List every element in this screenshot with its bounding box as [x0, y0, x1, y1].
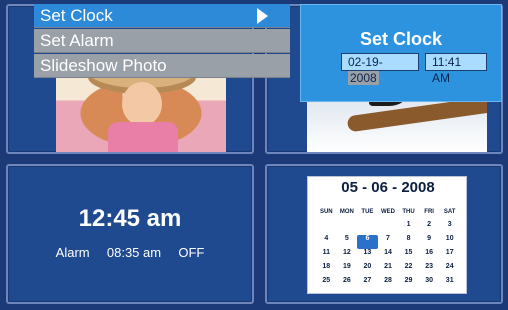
- face-shape: [122, 82, 162, 126]
- alarm-state: OFF: [178, 245, 205, 260]
- alarm-time: 08:35 am: [106, 245, 162, 260]
- calendar-day[interactable]: 30: [419, 277, 440, 291]
- calendar-date-title: 05 - 06 - 2008: [341, 179, 435, 196]
- calendar-day[interactable]: 12: [337, 249, 358, 263]
- calendar-day[interactable]: 16: [419, 249, 440, 263]
- calendar-day[interactable]: 29: [398, 277, 419, 291]
- calendar-day[interactable]: 20: [357, 263, 378, 277]
- date-field[interactable]: 02-19- 2008: [341, 53, 419, 85]
- calendar-day[interactable]: 22: [398, 263, 419, 277]
- weekday-label: FRI: [424, 209, 434, 215]
- menu-item-label: Set Alarm: [40, 31, 114, 50]
- calendar-day[interactable]: 4: [316, 235, 337, 249]
- time-field[interactable]: 11:41 AM: [425, 53, 487, 85]
- calendar-day[interactable]: 5: [337, 235, 358, 249]
- calendar-weekday-row: SUN MON TUE WED THU FRI SAT: [316, 209, 460, 215]
- calendar-day[interactable]: 11: [316, 249, 337, 263]
- calendar-day[interactable]: 17: [439, 249, 460, 263]
- alarm-status: Alarm 08:35 am OFF: [0, 245, 260, 260]
- calendar-day[interactable]: 9: [419, 235, 440, 249]
- weekday-label: WED: [380, 209, 395, 215]
- calendar-day[interactable]: 3: [439, 221, 460, 235]
- calendar-empty: [337, 221, 358, 235]
- dress-shape: [108, 122, 178, 152]
- calendar-day[interactable]: 26: [337, 277, 358, 291]
- current-time: 12:45 am: [78, 205, 182, 232]
- calendar-day[interactable]: 27: [357, 277, 378, 291]
- calendar-day[interactable]: 25: [316, 277, 337, 291]
- chevron-right-icon: [257, 8, 268, 24]
- calendar-empty: [316, 221, 337, 235]
- calendar-day[interactable]: 23: [419, 263, 440, 277]
- calendar-day[interactable]: 13: [357, 249, 378, 263]
- set-clock-dialog: Set Clock 02-19- 2008 11:41 AM: [300, 4, 502, 102]
- calendar-day[interactable]: 7: [378, 235, 399, 249]
- calendar-day[interactable]: 6: [357, 235, 378, 249]
- menu-item-label: Set Clock: [40, 6, 113, 25]
- calendar-days-grid: 1 2 3 4 5 6 7 8 9 10 11 12 13 14 15 16 17 18 19 20 21 22 23 24 2…: [316, 221, 460, 291]
- weekday-label: SAT: [443, 209, 456, 215]
- calendar-day[interactable]: 2: [419, 221, 440, 235]
- date-prefix: 02-19-: [348, 55, 383, 69]
- weekday-label: SUN: [319, 209, 333, 215]
- calendar-day[interactable]: 15: [398, 249, 419, 263]
- calendar-empty: [378, 221, 399, 235]
- calendar-widget: 05 - 06 - 2008 SUN MON TUE WED THU FRI SAT 123…: [307, 176, 467, 294]
- clock-panel: [6, 164, 254, 304]
- weekday-label: THU: [402, 209, 415, 215]
- calendar-day[interactable]: 24: [439, 263, 460, 277]
- menu-item-set-clock[interactable]: Set Clock: [34, 4, 290, 28]
- settings-menu: Set Clock Set Alarm Slideshow Photo: [34, 4, 290, 78]
- calendar-day[interactable]: 18: [316, 263, 337, 277]
- calendar-day[interactable]: 14: [378, 249, 399, 263]
- date-year: 2008: [348, 71, 379, 85]
- calendar-day[interactable]: 31: [439, 277, 460, 291]
- menu-item-set-alarm[interactable]: Set Alarm: [34, 29, 290, 53]
- weekday-label: TUE: [361, 209, 374, 215]
- calendar-day[interactable]: 19: [337, 263, 358, 277]
- calendar-day[interactable]: 21: [378, 263, 399, 277]
- menu-item-label: Slideshow Photo: [40, 56, 167, 75]
- time-value: 11:41 AM: [432, 55, 462, 85]
- child-photo: [56, 66, 226, 152]
- calendar-day[interactable]: 8: [398, 235, 419, 249]
- alarm-label: Alarm: [55, 245, 90, 260]
- menu-item-slideshow-photo[interactable]: Slideshow Photo: [34, 54, 290, 78]
- calendar-day[interactable]: 28: [378, 277, 399, 291]
- calendar-day[interactable]: 10: [439, 235, 460, 249]
- calendar-empty: [357, 221, 378, 235]
- set-clock-title: Set Clock: [359, 29, 443, 49]
- weekday-label: MON: [339, 209, 354, 215]
- calendar-day[interactable]: 1: [398, 221, 419, 235]
